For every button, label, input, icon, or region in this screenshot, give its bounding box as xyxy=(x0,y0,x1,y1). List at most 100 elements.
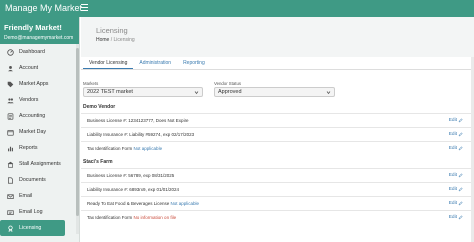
sidebar-item-label: Documents xyxy=(19,177,46,183)
vendor-status-select[interactable]: Approved xyxy=(214,87,335,97)
edit-license-button[interactable]: Edit xyxy=(449,215,463,220)
edit-label: Edit xyxy=(448,118,457,123)
pencil-icon xyxy=(458,146,463,151)
license-description: Business License #: 56789, exp 08/31/202… xyxy=(87,173,175,178)
sidebar-item-market-apps[interactable]: Market Apps xyxy=(0,76,79,92)
email-log-icon xyxy=(6,208,14,216)
license-text: Liability Insurance #: 6893rx9, exp 01/0… xyxy=(87,187,179,192)
edit-label: Edit xyxy=(448,132,457,137)
sidebar-item-label: Market Apps xyxy=(19,81,49,87)
breadcrumb-home[interactable]: Home xyxy=(96,37,109,43)
tab-bar: Vendor Licensing Administration Reporting xyxy=(81,57,211,69)
top-bar: Manage My Market xyxy=(0,0,474,17)
email-icon xyxy=(6,192,14,200)
license-row: Tax Identification Form No information o… xyxy=(81,210,474,223)
markets-label: Markets xyxy=(83,81,99,86)
market-name: Friendly Market! xyxy=(4,23,62,32)
license-text: Business License #: 56789, exp 08/31/202… xyxy=(87,173,174,178)
license-text: Liability Insurance #: Liability #59274,… xyxy=(87,132,194,137)
sidebar-item-reports[interactable]: Reports xyxy=(0,140,79,156)
edit-license-button[interactable]: Edit xyxy=(449,146,463,151)
licensing-icon xyxy=(6,224,14,232)
edit-label: Edit xyxy=(448,173,457,178)
breadcrumb-separator: / xyxy=(110,37,113,43)
sidebar-item-label: Email xyxy=(19,193,33,199)
edit-license-button[interactable]: Edit xyxy=(449,132,463,137)
license-text: Ready To Eat Food & Beverages License No… xyxy=(87,201,199,206)
stall-icon xyxy=(6,160,14,168)
breadcrumb: Home / Licensing xyxy=(96,37,135,43)
tag-icon xyxy=(6,80,14,88)
pencil-icon xyxy=(458,187,463,192)
sidebar-item-label: Market Day xyxy=(19,129,47,135)
vendor-group-title: Demo Vendor xyxy=(83,104,116,110)
sidebar-item-label: Account xyxy=(19,65,39,71)
license-missing-status: No information on file xyxy=(133,215,177,220)
pencil-icon xyxy=(458,118,463,123)
license-row: Business License #: 56789, exp 08/31/202… xyxy=(81,168,474,181)
edit-label: Edit xyxy=(448,201,457,206)
license-row: Business License #: 1234123777, Does Not… xyxy=(81,113,474,126)
license-row: Ready To Eat Food & Beverages License No… xyxy=(81,196,474,209)
license-row: Liability Insurance #: 6893rx9, exp 01/0… xyxy=(81,182,474,195)
tab-reporting[interactable]: Reporting xyxy=(177,57,211,69)
chevron-down-icon xyxy=(194,91,199,95)
license-description: Tax Identification Form xyxy=(87,146,133,151)
sidebar-item-email[interactable]: Email xyxy=(0,188,79,204)
tab-administration[interactable]: Administration xyxy=(133,57,177,69)
license-not-applicable-status: Not applicable xyxy=(170,201,200,206)
main-content: Licensing Home / Licensing Vendor Licens… xyxy=(81,17,474,242)
license-description: Business License #: 1234123777, Does Not… xyxy=(87,118,189,123)
sidebar-item-account[interactable]: Account xyxy=(0,60,79,76)
license-text: Tax Identification Form No information o… xyxy=(87,215,176,220)
vendor-group-title: Staci's Farm xyxy=(83,159,113,165)
sidebar-item-vendors[interactable]: Vendors xyxy=(0,92,79,108)
vendor-status-label: Vendor Status xyxy=(214,81,241,86)
edit-label: Edit xyxy=(448,146,457,151)
sidebar-item-email-log[interactable]: Email Log xyxy=(0,204,79,220)
sidebar-item-label: Dashboard xyxy=(19,49,45,55)
license-description: Liability Insurance #: Liability #59274,… xyxy=(87,132,195,137)
calendar-icon xyxy=(6,128,14,136)
license-description: Tax Identification Form xyxy=(87,215,133,220)
license-row: Liability Insurance #: Liability #59274,… xyxy=(81,127,474,140)
chart-icon xyxy=(6,144,14,152)
breadcrumb-current: Licensing xyxy=(113,37,135,43)
chevron-down-icon xyxy=(326,91,331,95)
edit-license-button[interactable]: Edit xyxy=(449,118,463,123)
sidebar-item-documents[interactable]: Documents xyxy=(0,172,79,188)
sidebar-item-market-day[interactable]: Market Day xyxy=(0,124,79,140)
sidebar-item-label: Vendors xyxy=(19,97,39,103)
sidebar-item-stall-assignments[interactable]: Stall Assignments xyxy=(0,156,79,172)
edit-label: Edit xyxy=(448,215,457,220)
edit-label: Edit xyxy=(448,187,457,192)
sidebar-header: Friendly Market! Demo@managemymarket.com xyxy=(0,17,79,44)
sidebar-item-accounting[interactable]: Accounting xyxy=(0,108,79,124)
sidebar-item-label: Reports xyxy=(19,145,38,151)
sidebar-item-dashboard[interactable]: Dashboard xyxy=(0,44,79,60)
edit-license-button[interactable]: Edit xyxy=(449,173,463,178)
tab-vendor-licensing[interactable]: Vendor Licensing xyxy=(83,57,134,69)
sidebar-scrollbar[interactable] xyxy=(76,44,79,234)
sidebar-item-label: Licensing xyxy=(19,225,42,231)
vendor-status-select-value: Approved xyxy=(218,89,242,95)
sidebar-item-label: Email Log xyxy=(19,209,43,215)
app-title[interactable]: Manage My Market xyxy=(5,3,82,13)
licensing-panel: Vendor Licensing Administration Reporting … xyxy=(81,57,474,242)
sidebar-item-label: Stall Assignments xyxy=(19,161,61,167)
edit-license-button[interactable]: Edit xyxy=(449,201,463,206)
license-description: Ready To Eat Food & Beverages License xyxy=(87,201,170,206)
pencil-icon xyxy=(458,215,463,220)
sidebar-item-licensing[interactable]: Licensing xyxy=(0,220,65,236)
menu-toggle-icon[interactable] xyxy=(81,4,88,11)
license-text: Tax Identification Form Not applicable xyxy=(87,146,162,151)
vendors-icon xyxy=(6,96,14,104)
markets-select[interactable]: 2022 TEST market xyxy=(83,87,203,97)
pencil-icon xyxy=(458,201,463,206)
license-row: Tax Identification Form Not applicable Ed… xyxy=(81,141,474,154)
accounting-icon xyxy=(6,112,14,120)
user-email: Demo@managemymarket.com xyxy=(4,35,74,41)
sidebar: Friendly Market! Demo@managemymarket.com… xyxy=(0,17,80,242)
license-description: Liability Insurance #: 6893rx9, exp 01/0… xyxy=(87,187,180,192)
edit-license-button[interactable]: Edit xyxy=(449,187,463,192)
